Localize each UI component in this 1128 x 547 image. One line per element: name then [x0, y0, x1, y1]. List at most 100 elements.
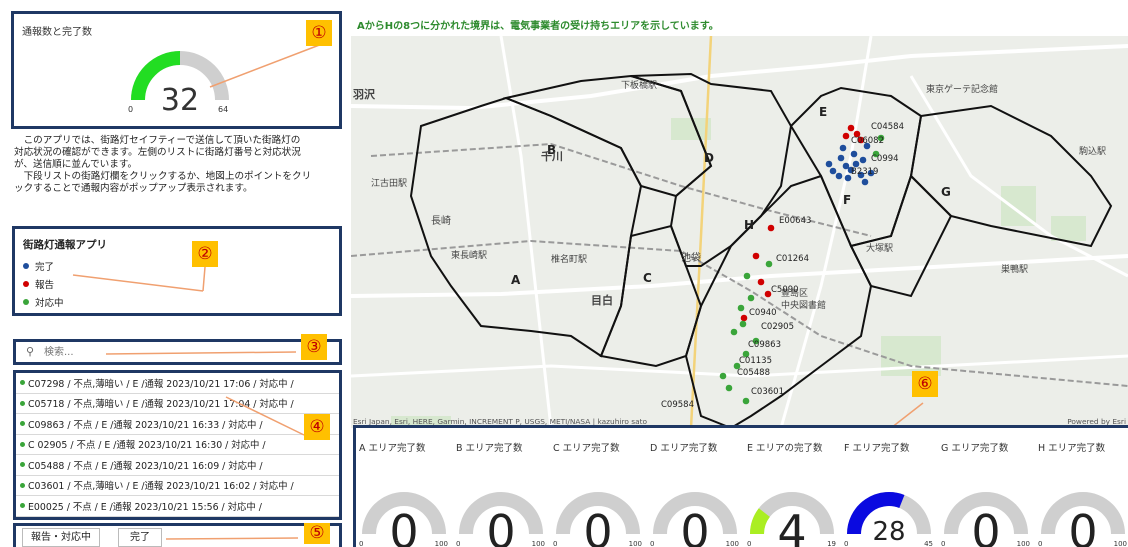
area-gauge-min: 0	[1038, 540, 1042, 547]
total-gauge-min: 0	[128, 105, 133, 114]
list-item-text: C07298 / 不点,薄暗い / E /通報 2023/10/21 17:06…	[28, 378, 294, 390]
map-view[interactable]: A B C D E F G H 千川 池袋 目白 長崎 東長崎駅 椎名町駅 駒込…	[351, 36, 1128, 428]
area-gauge-max: 100	[726, 540, 739, 547]
point-label: C01135	[739, 356, 772, 366]
area-gauge-max: 100	[435, 540, 448, 547]
map-point[interactable]	[742, 397, 750, 405]
map-point[interactable]	[842, 132, 850, 140]
area-gauge: 28 0 45	[844, 492, 933, 547]
place-label: 大塚駅	[866, 242, 893, 254]
area-gauge-max: 100	[532, 540, 545, 547]
map-point[interactable]	[859, 156, 867, 164]
map-title: AからHの8つに分かれた境界は、電気事業者の受け持ちエリアを示しています。	[357, 21, 719, 32]
callout-2-leader	[72, 274, 204, 292]
map-point[interactable]	[737, 304, 745, 312]
area-gauge: 0 0 100	[1038, 492, 1127, 547]
place-label: 長崎	[431, 214, 451, 227]
place-label: 千川	[541, 149, 563, 163]
map-point[interactable]	[752, 252, 760, 260]
place-label: 池袋	[681, 251, 701, 264]
search-input[interactable]	[44, 344, 304, 361]
area-gauge-row: A エリア完了数 0 0 100 B エリア完了数 0 0 100 C エリア完了数 0 0 100 D…	[353, 425, 1128, 547]
map-point[interactable]	[839, 144, 847, 152]
status-dot	[20, 421, 25, 427]
report-in-progress-button[interactable]: 報告・対応中	[22, 528, 100, 547]
description-line: ックすることで通報内容がポップアップ表示されます。	[14, 183, 253, 194]
map-point[interactable]	[837, 154, 845, 162]
left-panel: 通報数と完了数 32 0 64 ① このアプリでは、街路灯セイフティーで送信して…	[0, 0, 347, 547]
map-canvas[interactable]: A B C D E F G H 千川 池袋 目白 長崎 東長崎駅 椎名町駅 駒込…	[351, 36, 1128, 428]
search-icon: ⚲	[26, 345, 35, 358]
area-label-h: H	[744, 218, 754, 232]
place-label: 江古田駅	[371, 177, 407, 189]
callout-3: ③	[301, 334, 327, 360]
done-button[interactable]: 完了	[118, 528, 162, 547]
map-point[interactable]	[739, 320, 747, 328]
point-label: C06082	[851, 136, 884, 146]
callout-4: ④	[304, 414, 330, 440]
description-line: このアプリでは、街路灯セイフティーで送信して頂いた街路灯の	[14, 135, 301, 146]
map-point[interactable]	[740, 314, 748, 322]
area-gauge-card: F エリア完了数 28 0 45	[841, 428, 936, 547]
area-gauge: 0 0 100	[359, 492, 448, 547]
area-gauge-value: 0	[486, 505, 515, 547]
list-item[interactable]: C07298 / 不点,薄暗い / E /通報 2023/10/21 17:06…	[16, 373, 339, 394]
list-item[interactable]: C05718 / 不点,薄暗い / E /通報 2023/10/21 17:04…	[16, 394, 339, 414]
status-dot	[20, 400, 25, 406]
list-item-text: C09863 / 不点 / E /通報 2023/10/21 16:33 / 対…	[28, 419, 263, 431]
map-point[interactable]	[765, 260, 773, 268]
area-label-c: C	[643, 271, 652, 285]
place-label: 東長崎駅	[451, 249, 487, 261]
list-item[interactable]: C 02905 / 不点 / E /通報 2023/10/21 16:30 / …	[16, 435, 339, 455]
area-gauge-min: 0	[359, 540, 363, 547]
list-item[interactable]: C03601 / 不点,薄暗い / E /通報 2023/10/21 16:02…	[16, 476, 339, 496]
description-line: 対応状況の確認ができます。左側のリストに街路灯番号と対応状況	[14, 147, 301, 158]
map-point[interactable]	[861, 178, 869, 186]
area-gauge-card: C エリア完了数 0 0 100	[550, 428, 645, 547]
map-point[interactable]	[725, 384, 733, 392]
report-list: C07298 / 不点,薄暗い / E /通報 2023/10/21 17:06…	[13, 370, 342, 520]
area-gauge: 0 0 100	[650, 492, 739, 547]
list-item[interactable]: E00025 / 不点 / E /通報 2023/10/21 15:56 / 対…	[16, 496, 339, 517]
area-label-e: E	[819, 105, 827, 119]
callout-5-leader	[165, 537, 299, 540]
point-label: B2319	[851, 167, 878, 177]
area-label-a: A	[511, 273, 521, 287]
map-point[interactable]	[835, 172, 843, 180]
map-point[interactable]	[747, 294, 755, 302]
total-gauge: 32 0 64	[128, 43, 323, 118]
list-item[interactable]: C05488 / 不点 / E /通報 2023/10/21 16:09 / 対…	[16, 455, 339, 476]
area-gauge-value: 28	[872, 517, 905, 547]
status-dot	[20, 441, 25, 447]
map-point[interactable]	[850, 150, 858, 158]
place-label: 目白	[591, 293, 613, 307]
map-point[interactable]	[719, 372, 727, 380]
callout-6: ⑥	[912, 371, 938, 397]
callout-2: ②	[192, 241, 218, 267]
list-item-text: C 02905 / 不点 / E /通報 2023/10/21 16:30 / …	[28, 440, 266, 452]
map-point[interactable]	[847, 124, 855, 132]
map-point[interactable]	[829, 167, 837, 175]
area-gauge-max: 19	[827, 540, 836, 547]
point-label: C03601	[751, 387, 784, 397]
area-gauge-min: 0	[941, 540, 945, 547]
area-gauge-max: 100	[1114, 540, 1127, 547]
area-gauge-min: 0	[650, 540, 654, 547]
map-point[interactable]	[767, 224, 775, 232]
place-label: 羽沢	[353, 87, 376, 101]
map-point[interactable]	[825, 160, 833, 168]
list-item[interactable]: C09863 / 不点 / E /通報 2023/10/21 16:33 / 対…	[16, 414, 339, 435]
map-point[interactable]	[730, 328, 738, 336]
area-gauge-min: 0	[747, 540, 751, 547]
place-label: 椎名町駅	[551, 253, 587, 265]
point-label: C05488	[737, 368, 770, 378]
area-gauge-max: 100	[1017, 540, 1030, 547]
area-gauge: 0 0 100	[456, 492, 545, 547]
area-gauge: 0 0 100	[941, 492, 1030, 547]
point-label: C5090	[771, 285, 799, 295]
status-dot	[20, 503, 25, 509]
map-point[interactable]	[757, 278, 765, 286]
area-label-f: F	[843, 193, 851, 207]
point-label: C01264	[776, 254, 809, 264]
map-point[interactable]	[743, 272, 751, 280]
